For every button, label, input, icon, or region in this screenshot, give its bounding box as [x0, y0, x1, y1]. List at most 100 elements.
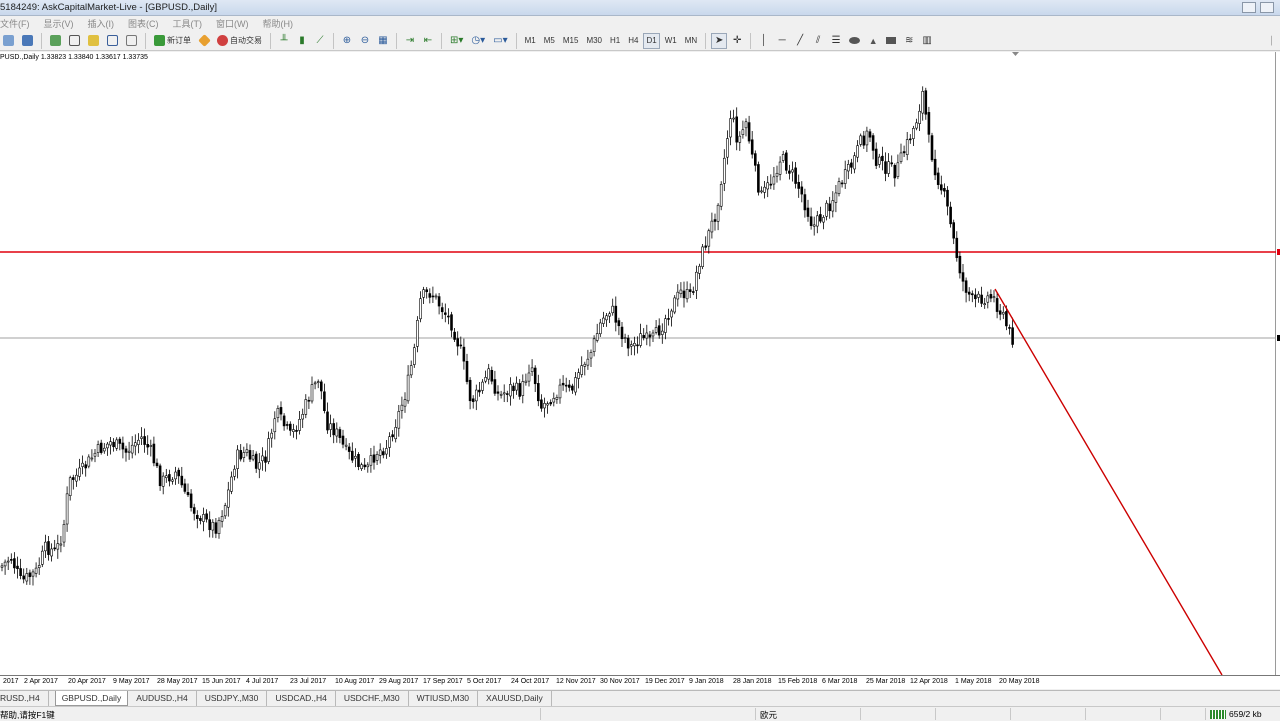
- templates-button[interactable]: ▭▾: [490, 33, 510, 49]
- autoscroll-button[interactable]: ⇤: [420, 33, 436, 49]
- candle-body: [332, 423, 336, 436]
- price-scale[interactable]: [1276, 52, 1280, 675]
- candle-body: [546, 403, 549, 406]
- candle-body: [267, 438, 270, 462]
- candle-body: [499, 393, 503, 396]
- menu-tools[interactable]: 工具(T): [173, 17, 203, 30]
- bar-chart-icon: ╨: [280, 35, 288, 46]
- autotrade-button[interactable]: 自动交易: [214, 33, 265, 49]
- candle-body: [949, 206, 952, 225]
- candle-body: [0, 565, 4, 568]
- timeframe-h1[interactable]: H1: [607, 33, 623, 49]
- candle-body: [794, 167, 797, 184]
- maximize-button[interactable]: [1260, 2, 1274, 13]
- candle-body: [645, 332, 649, 339]
- tab-rusd-h4[interactable]: RUSD.,H4: [0, 691, 49, 706]
- tester-button[interactable]: [123, 33, 140, 49]
- market-watch-button[interactable]: [47, 33, 64, 49]
- candle-body: [471, 398, 475, 402]
- price-chart[interactable]: [0, 52, 1276, 675]
- candle-body: [248, 450, 252, 460]
- bar-chart-button[interactable]: ╨: [276, 33, 292, 49]
- new-chart-button[interactable]: [0, 33, 17, 49]
- candle-chart-button[interactable]: ▮: [294, 33, 310, 49]
- timeframe-m5[interactable]: M5: [541, 33, 558, 49]
- horizontal-line-tool[interactable]: ─: [774, 33, 790, 49]
- fib-fan-tool[interactable]: ≋: [901, 33, 917, 49]
- trendline-tool[interactable]: ╱: [792, 33, 808, 49]
- timeframe-d1[interactable]: D1: [643, 32, 660, 49]
- menu-insert[interactable]: 插入(I): [88, 17, 115, 30]
- candle-body: [812, 224, 816, 227]
- time-axis-label: 9 Jan 2018: [689, 678, 724, 685]
- timeframe-mn[interactable]: MN: [682, 33, 700, 49]
- periods-button[interactable]: ◷▾: [468, 33, 488, 49]
- candle-body: [65, 493, 69, 525]
- candle-body: [527, 372, 531, 382]
- trendline: [994, 288, 1223, 675]
- zoom-out-button[interactable]: ⊖: [357, 33, 373, 49]
- candle-body: [806, 207, 810, 217]
- vertical-line-tool[interactable]: │: [756, 33, 772, 49]
- tab-usdjpy-m30[interactable]: USDJPY.,M30: [205, 691, 268, 706]
- minimize-button[interactable]: [1242, 2, 1256, 13]
- new-order-button[interactable]: 新订单: [151, 33, 194, 49]
- candle-body: [685, 289, 689, 300]
- timeframe-w1[interactable]: W1: [662, 33, 680, 49]
- tab-wtiusd-m30[interactable]: WTIUSD,M30: [417, 691, 479, 706]
- time-axis-label: 12 Nov 2017: [556, 678, 596, 685]
- metaeditor-button[interactable]: [196, 33, 212, 49]
- candle-body: [397, 411, 401, 429]
- tab-gbpusd-daily[interactable]: GBPUSD.,Daily: [54, 691, 129, 706]
- rectangle-tool[interactable]: [883, 33, 899, 49]
- cursor-tool[interactable]: ➤: [711, 32, 728, 49]
- candle-body: [977, 293, 980, 298]
- time-axis-label: 9 May 2017: [113, 678, 150, 685]
- fibonacci-tool[interactable]: ☰: [828, 33, 844, 49]
- candle-body: [970, 293, 974, 296]
- timeframe-m1[interactable]: M1: [522, 33, 539, 49]
- tab-xauusd-daily[interactable]: XAUUSD,Daily: [486, 691, 552, 706]
- chart-shift-button[interactable]: ⇥: [402, 33, 418, 49]
- timeframe-m15[interactable]: M15: [560, 33, 582, 49]
- timeframe-h4[interactable]: H4: [625, 33, 641, 49]
- navigator-button[interactable]: [85, 33, 102, 49]
- menu-charts[interactable]: 图表(C): [128, 17, 159, 30]
- candle-body: [778, 161, 782, 175]
- tab-usdcad-h4[interactable]: USDCAD.,H4: [275, 691, 336, 706]
- candle-body: [127, 450, 131, 453]
- candle-body: [1001, 312, 1005, 315]
- chart-shift-icon: ⇥: [405, 35, 415, 46]
- crosshair-tool[interactable]: ✛: [729, 33, 745, 49]
- timeframe-m30[interactable]: M30: [583, 33, 605, 49]
- candle-body: [192, 507, 196, 514]
- fib-levels-tool[interactable]: ▥: [919, 33, 935, 49]
- candle-body: [834, 192, 838, 203]
- tile-windows-button[interactable]: ▦: [375, 33, 391, 49]
- menu-view[interactable]: 显示(V): [44, 17, 74, 30]
- candle-body: [56, 543, 60, 550]
- candle-body: [465, 361, 469, 382]
- terminal-button[interactable]: [104, 33, 121, 49]
- menu-help[interactable]: 帮助(H): [263, 17, 294, 30]
- candle-body: [124, 448, 128, 453]
- candle-body: [825, 202, 828, 217]
- indicators-button[interactable]: ⊞▾: [447, 33, 466, 49]
- menu-file[interactable]: 文件(F): [0, 17, 30, 30]
- menu-window[interactable]: 窗口(W): [216, 17, 249, 30]
- profiles-button[interactable]: [19, 33, 36, 49]
- data-window-button[interactable]: [66, 33, 83, 49]
- zoom-in-button[interactable]: ⊕: [339, 33, 355, 49]
- candle-body: [602, 317, 605, 324]
- ellipse-tool[interactable]: [846, 33, 863, 49]
- line-chart-button[interactable]: ⟋: [312, 33, 328, 49]
- candle-body: [673, 297, 677, 313]
- candle-body: [261, 455, 264, 462]
- chart-window[interactable]: PUSD.,Daily 1.33823 1.33840 1.33617 1.33…: [0, 52, 1276, 675]
- candle-body: [180, 475, 184, 486]
- triangle-tool[interactable]: ▲: [865, 33, 881, 49]
- candle-body: [536, 383, 540, 402]
- tab-usdchf-m30[interactable]: USDCHF.,M30: [344, 691, 409, 706]
- tab-audusd-h4[interactable]: AUDUSD.,H4: [136, 691, 197, 706]
- channel-tool[interactable]: ⫽: [810, 33, 826, 49]
